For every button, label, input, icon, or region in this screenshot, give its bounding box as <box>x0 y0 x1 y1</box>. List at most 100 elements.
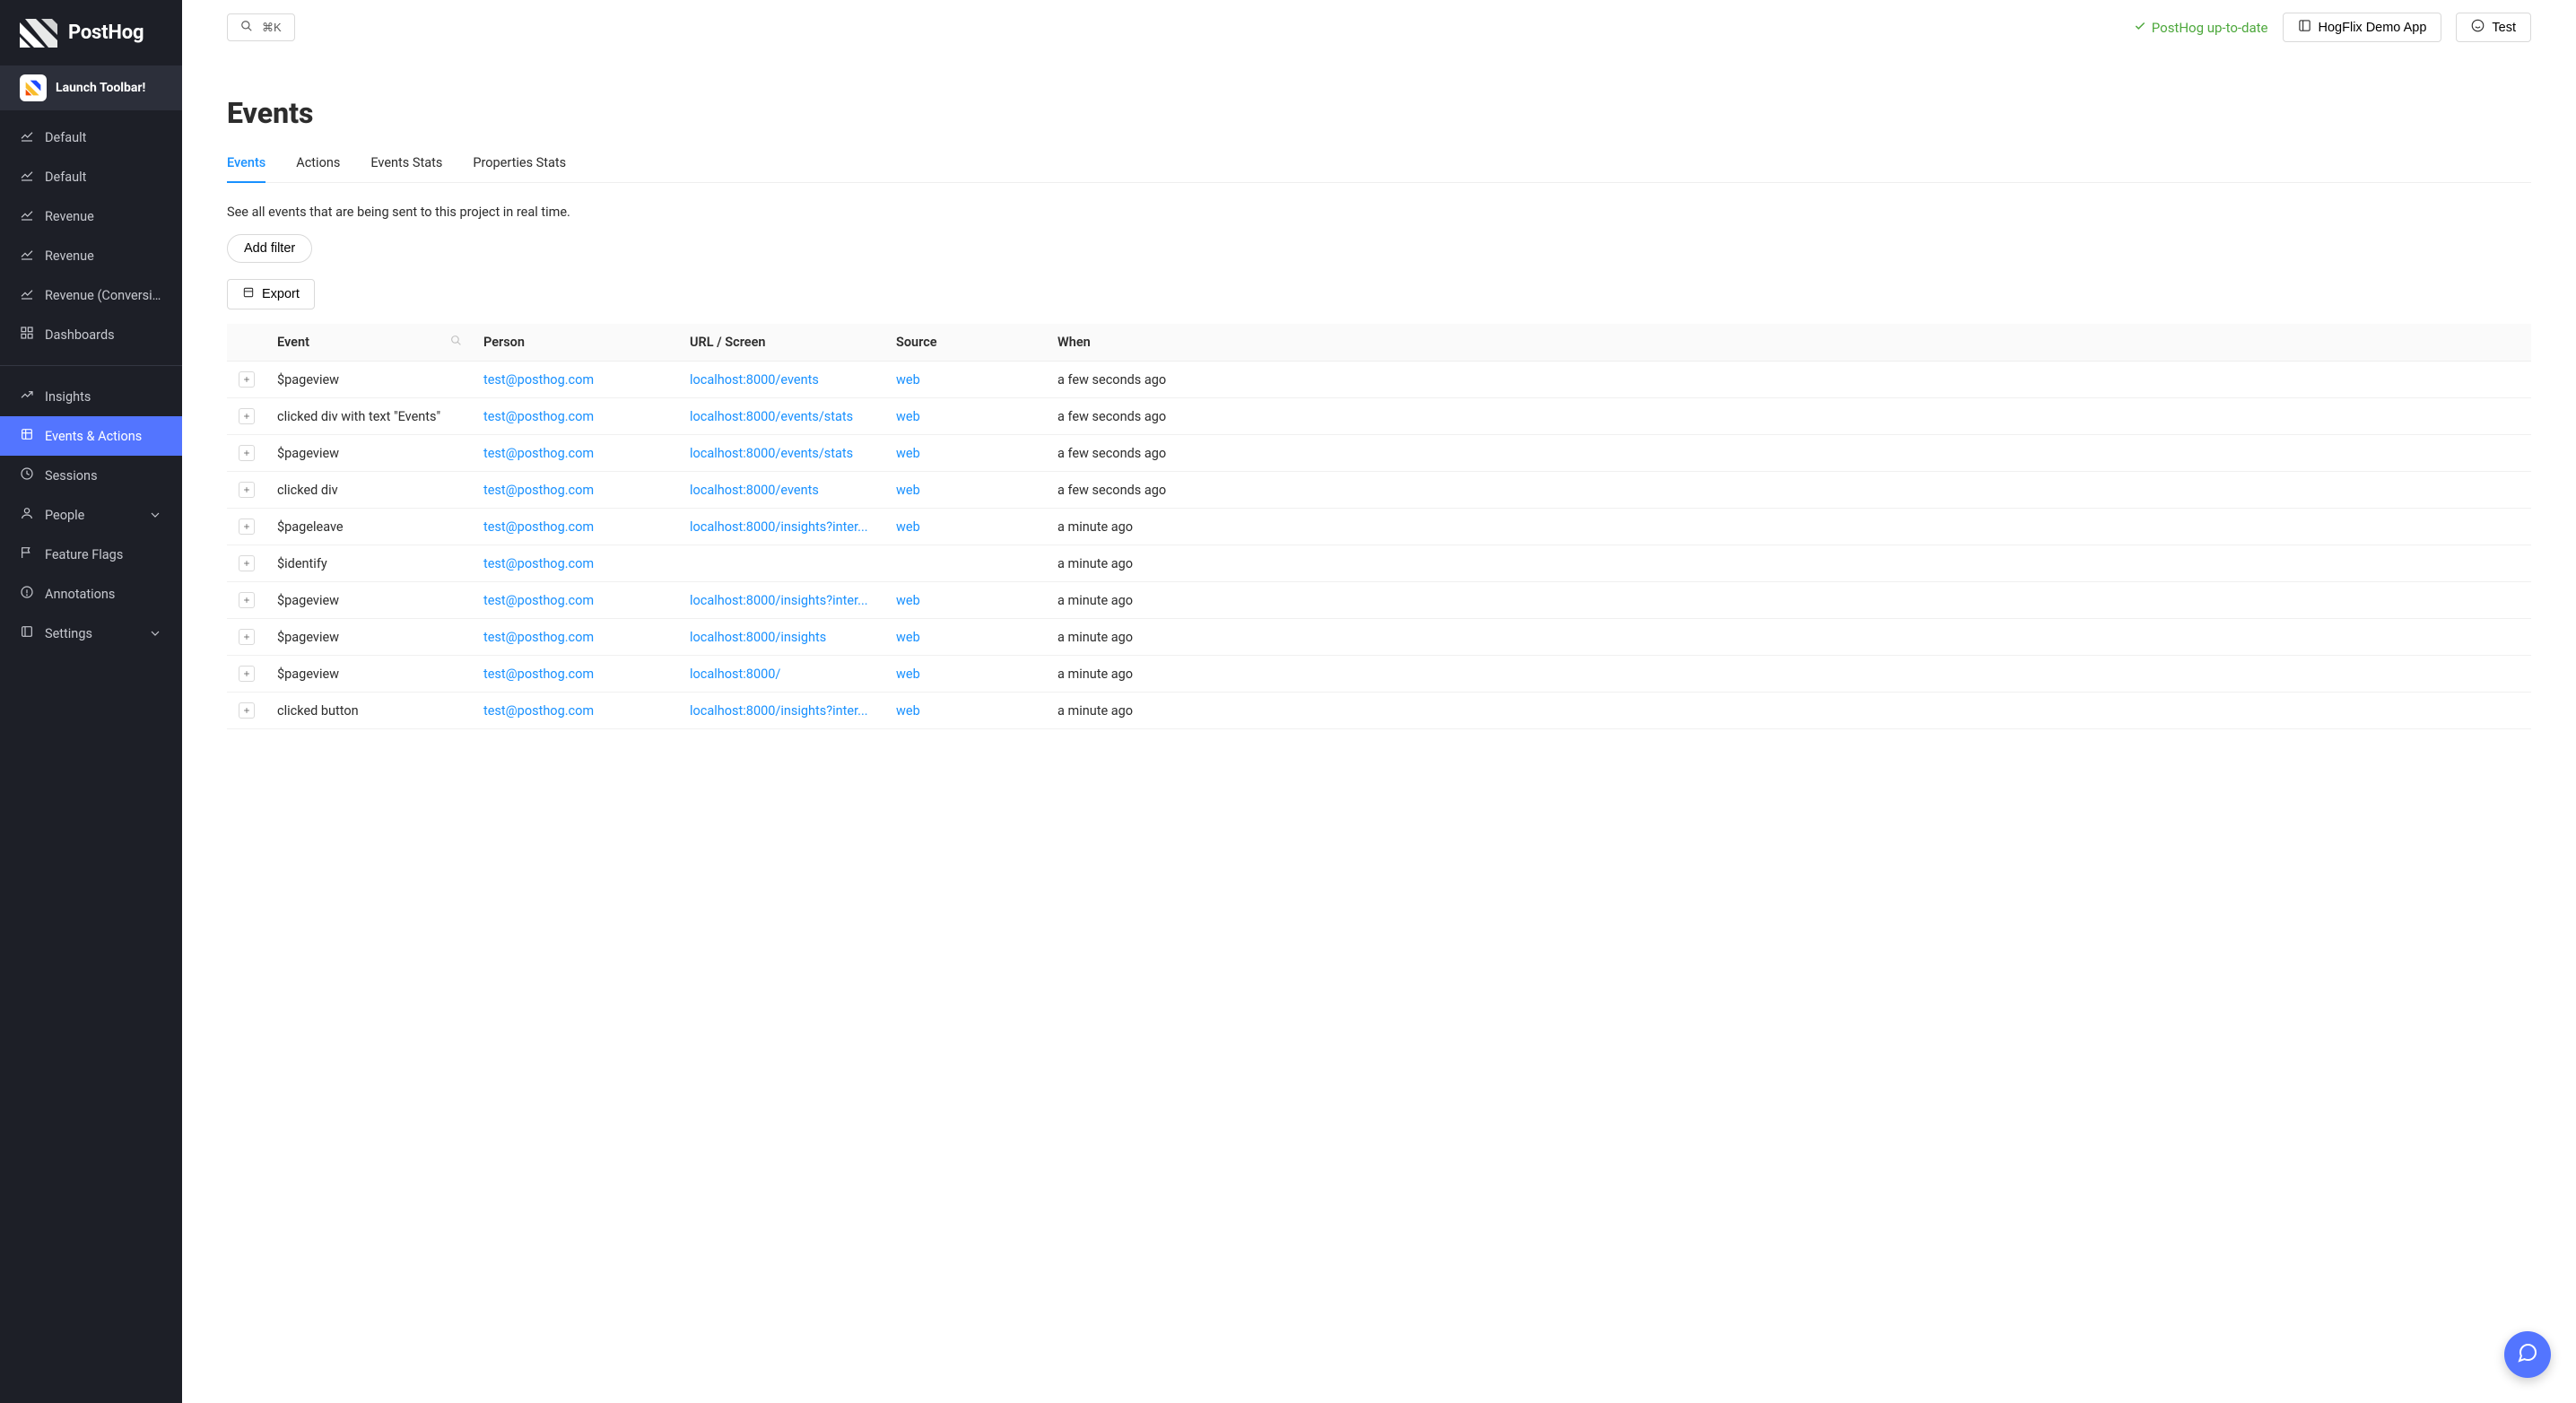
sidebar-item-sessions[interactable]: Sessions <box>0 456 182 495</box>
expand-row-button[interactable] <box>239 371 255 388</box>
cell-source[interactable] <box>885 545 1047 582</box>
tab-events[interactable]: Events <box>227 152 265 183</box>
project-selector-button[interactable]: HogFlix Demo App <box>2283 13 2442 42</box>
expand-row-button[interactable] <box>239 702 255 719</box>
chart-icon <box>20 286 34 304</box>
cell-event: $pageview <box>266 619 473 656</box>
cell-event: $pageview <box>266 362 473 398</box>
user-name: Test <box>2492 21 2516 35</box>
cell-source[interactable]: web <box>885 398 1047 435</box>
table-row: $pageview test@posthog.com localhost:800… <box>227 362 2531 398</box>
events-table: Event Person URL / Screen Source When $p… <box>227 324 2531 729</box>
sidebar-item-insights[interactable]: Insights <box>0 377 182 416</box>
cell-source[interactable]: web <box>885 435 1047 472</box>
cell-person[interactable]: test@posthog.com <box>473 693 679 729</box>
expand-row-button[interactable] <box>239 592 255 608</box>
person-icon <box>20 506 34 524</box>
cell-url[interactable]: localhost:8000/insights?inter... <box>679 509 885 545</box>
cell-person[interactable]: test@posthog.com <box>473 619 679 656</box>
sidebar-item-events-actions[interactable]: Events & Actions <box>0 416 182 456</box>
sidebar-item-dashboards[interactable]: Dashboards <box>0 315 182 354</box>
cell-url[interactable]: localhost:8000/events/stats <box>679 435 885 472</box>
cell-event: $pageleave <box>266 509 473 545</box>
col-url[interactable]: URL / Screen <box>679 324 885 362</box>
cell-url[interactable]: localhost:8000/insights?inter... <box>679 693 885 729</box>
add-filter-button[interactable]: Add filter <box>227 234 312 263</box>
col-person[interactable]: Person <box>473 324 679 362</box>
cell-person[interactable]: test@posthog.com <box>473 362 679 398</box>
export-button[interactable]: Export <box>227 279 315 309</box>
cell-person[interactable]: test@posthog.com <box>473 545 679 582</box>
expand-row-button[interactable] <box>239 629 255 645</box>
sidebar-item-label: Default <box>45 130 86 145</box>
sidebar-item-revenue-conversi-[interactable]: Revenue (Conversi... <box>0 275 182 315</box>
cell-person[interactable]: test@posthog.com <box>473 582 679 619</box>
sidebar-item-default[interactable]: Default <box>0 157 182 196</box>
cell-url[interactable]: localhost:8000/ <box>679 656 885 693</box>
export-icon <box>242 286 255 302</box>
cell-url[interactable]: localhost:8000/events <box>679 362 885 398</box>
update-status: PostHog up-to-date <box>2134 20 2268 36</box>
cell-person[interactable]: test@posthog.com <box>473 472 679 509</box>
cell-url[interactable] <box>679 545 885 582</box>
cell-source[interactable]: web <box>885 472 1047 509</box>
cell-source[interactable]: web <box>885 509 1047 545</box>
sidebar-item-revenue[interactable]: Revenue <box>0 196 182 236</box>
sidebar-item-settings[interactable]: Settings <box>0 614 182 653</box>
cell-url[interactable]: localhost:8000/events <box>679 472 885 509</box>
cell-when: a few seconds ago <box>1047 398 2531 435</box>
sidebar-item-annotations[interactable]: Annotations <box>0 574 182 614</box>
tab-actions[interactable]: Actions <box>296 152 340 183</box>
cell-url[interactable]: localhost:8000/events/stats <box>679 398 885 435</box>
cell-when: a minute ago <box>1047 693 2531 729</box>
page-title: Events <box>227 96 2531 130</box>
expand-row-button[interactable] <box>239 408 255 424</box>
cell-source[interactable]: web <box>885 362 1047 398</box>
events-icon <box>20 427 34 445</box>
search-icon[interactable] <box>450 335 462 350</box>
brand-logo[interactable]: PostHog <box>0 0 182 65</box>
sidebar-item-default[interactable]: Default <box>0 118 182 157</box>
cell-url[interactable]: localhost:8000/insights <box>679 619 885 656</box>
user-menu-button[interactable]: Test <box>2456 13 2531 42</box>
cell-source[interactable]: web <box>885 582 1047 619</box>
expand-row-button[interactable] <box>239 518 255 535</box>
table-row: clicked div test@posthog.com localhost:8… <box>227 472 2531 509</box>
cell-when: a minute ago <box>1047 545 2531 582</box>
col-when[interactable]: When <box>1047 324 2531 362</box>
cell-when: a minute ago <box>1047 619 2531 656</box>
sidebar-item-people[interactable]: People <box>0 495 182 535</box>
launch-toolbar-icon <box>20 74 47 101</box>
sidebar-item-label: Revenue <box>45 209 94 224</box>
expand-row-button[interactable] <box>239 445 255 461</box>
cell-person[interactable]: test@posthog.com <box>473 656 679 693</box>
chat-fab-button[interactable] <box>2504 1331 2551 1378</box>
table-row: $pageview test@posthog.com localhost:800… <box>227 435 2531 472</box>
page-description: See all events that are being sent to th… <box>227 205 2531 220</box>
chart-icon <box>20 247 34 265</box>
tab-events-stats[interactable]: Events Stats <box>370 152 442 183</box>
expand-row-button[interactable] <box>239 666 255 682</box>
cell-person[interactable]: test@posthog.com <box>473 509 679 545</box>
sidebar-item-revenue[interactable]: Revenue <box>0 236 182 275</box>
tabs: Events Actions Events Stats Properties Stat… <box>227 152 2531 183</box>
col-event[interactable]: Event <box>266 324 473 362</box>
cell-event: clicked div with text "Events" <box>266 398 473 435</box>
cell-source[interactable]: web <box>885 693 1047 729</box>
launch-toolbar-button[interactable]: Launch Toolbar! <box>0 65 182 110</box>
search-icon <box>240 20 253 35</box>
cell-url[interactable]: localhost:8000/insights?inter... <box>679 582 885 619</box>
cell-person[interactable]: test@posthog.com <box>473 435 679 472</box>
expand-row-button[interactable] <box>239 482 255 498</box>
col-source[interactable]: Source <box>885 324 1047 362</box>
nav-divider <box>0 365 182 366</box>
tab-properties-stats[interactable]: Properties Stats <box>473 152 566 183</box>
sidebar-item-feature-flags[interactable]: Feature Flags <box>0 535 182 574</box>
cell-source[interactable]: web <box>885 656 1047 693</box>
cell-person[interactable]: test@posthog.com <box>473 398 679 435</box>
expand-row-button[interactable] <box>239 555 255 571</box>
cell-source[interactable]: web <box>885 619 1047 656</box>
col-expand <box>227 324 266 362</box>
search-button[interactable]: ⌘K <box>227 13 295 41</box>
smile-icon <box>2471 19 2485 36</box>
